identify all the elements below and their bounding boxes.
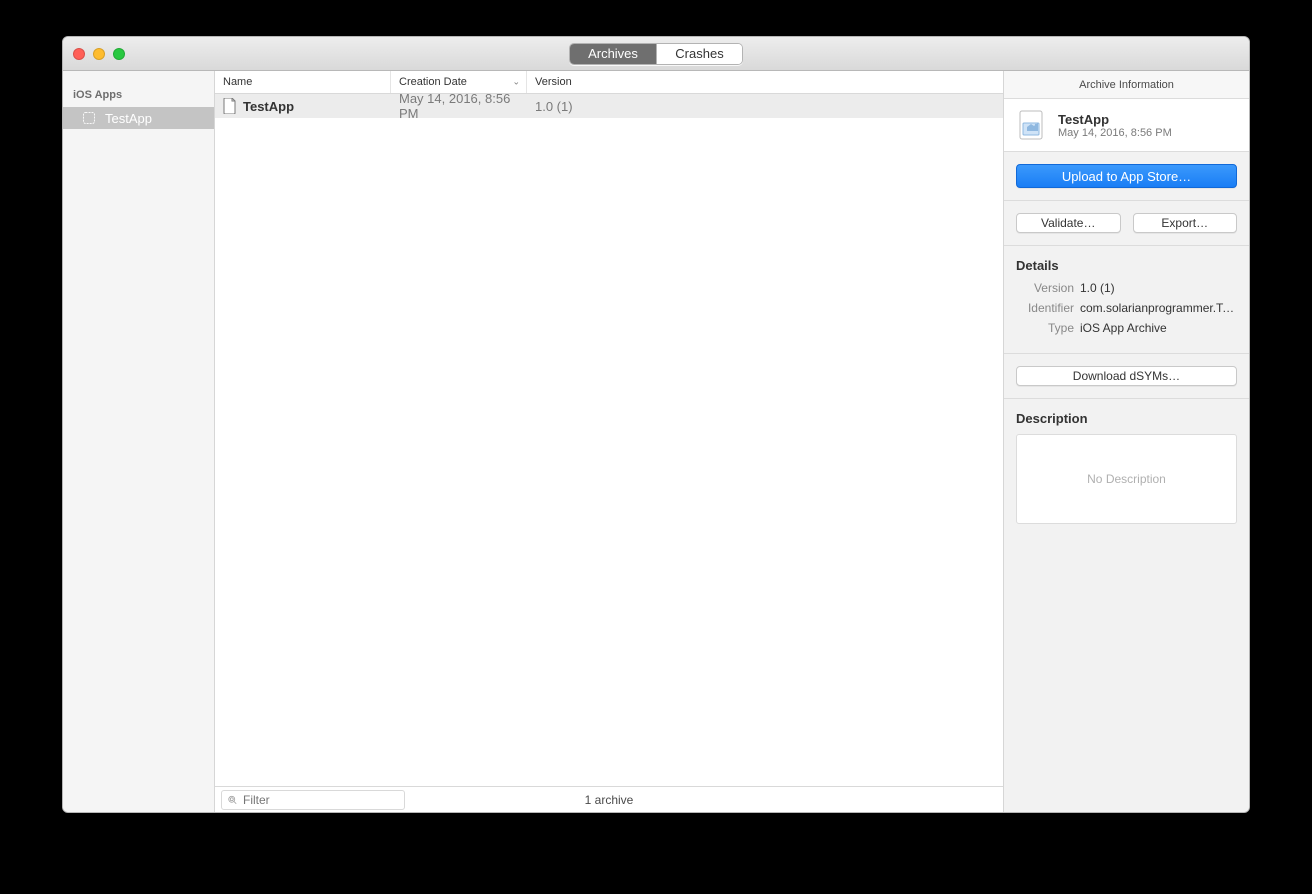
table-row[interactable]: TestApp May 14, 2016, 8:56 PM 1.0 (1) [215, 94, 1003, 118]
close-window-button[interactable] [73, 48, 85, 60]
sort-indicator-icon: ⌄ [512, 77, 520, 88]
organizer-window: Archives Crashes iOS Apps TestApp Name C… [62, 36, 1250, 813]
details-label: Details [1016, 258, 1237, 273]
no-description-text: No Description [1087, 472, 1166, 486]
status-bar: 1 archive [215, 786, 1003, 812]
filter-input[interactable] [243, 793, 398, 807]
archive-rows: TestApp May 14, 2016, 8:56 PM 1.0 (1) [215, 94, 1003, 786]
version-value: 1.0 (1) [1080, 281, 1237, 295]
row-version: 1.0 (1) [527, 99, 1003, 114]
tab-selector: Archives Crashes [569, 43, 743, 65]
inspector-title: Archive Information [1004, 71, 1249, 99]
archive-count: 1 archive [585, 793, 634, 807]
column-header-version[interactable]: Version [527, 71, 1003, 93]
row-name-cell: TestApp [215, 98, 391, 114]
type-key: Type [1016, 321, 1080, 335]
titlebar: Archives Crashes [63, 37, 1249, 71]
export-button[interactable]: Export… [1133, 213, 1238, 233]
filter-field[interactable] [221, 790, 405, 810]
app-icon [81, 110, 97, 126]
description-box[interactable]: No Description [1016, 434, 1237, 524]
column-header-date-label: Creation Date [399, 76, 467, 88]
details-section: Details Version 1.0 (1) Identifier com.s… [1004, 246, 1249, 354]
sidebar-section-header: iOS Apps [63, 85, 214, 107]
minimize-window-button[interactable] [93, 48, 105, 60]
identifier-value: com.solarianprogrammer.Te… [1080, 301, 1237, 315]
zoom-window-button[interactable] [113, 48, 125, 60]
column-headers: Name Creation Date ⌄ Version [215, 71, 1003, 94]
traffic-lights [73, 48, 125, 60]
sidebar-item-label: TestApp [105, 111, 152, 126]
document-icon [223, 98, 237, 114]
archive-app-name: TestApp [1058, 112, 1172, 127]
tab-archives[interactable]: Archives [570, 44, 656, 64]
identifier-key: Identifier [1016, 301, 1080, 315]
window-body: iOS Apps TestApp Name Creation Date ⌄ Ve… [63, 71, 1249, 812]
upload-button[interactable]: Upload to App Store… [1016, 164, 1237, 188]
inspector: Archive Information TestApp May 14, 2016… [1003, 71, 1249, 812]
archive-header: TestApp May 14, 2016, 8:56 PM [1004, 99, 1249, 152]
row-date: May 14, 2016, 8:56 PM [391, 94, 527, 121]
archive-app-date: May 14, 2016, 8:56 PM [1058, 127, 1172, 139]
type-value: iOS App Archive [1080, 321, 1237, 335]
column-header-date[interactable]: Creation Date ⌄ [391, 71, 527, 93]
sidebar-item-testapp[interactable]: TestApp [63, 107, 214, 129]
filter-icon [228, 794, 237, 806]
download-dsyms-button[interactable]: Download dSYMs… [1016, 366, 1237, 386]
sidebar: iOS Apps TestApp [63, 71, 215, 812]
description-label: Description [1016, 411, 1237, 426]
archive-app-icon [1016, 109, 1048, 141]
upload-section: Upload to App Store… [1004, 152, 1249, 201]
validate-button[interactable]: Validate… [1016, 213, 1121, 233]
tab-crashes[interactable]: Crashes [656, 44, 742, 64]
version-key: Version [1016, 281, 1080, 295]
description-section: Description No Description [1004, 399, 1249, 536]
row-name: TestApp [243, 99, 294, 114]
column-header-name[interactable]: Name [215, 71, 391, 93]
dsyms-section: Download dSYMs… [1004, 354, 1249, 399]
archive-list: Name Creation Date ⌄ Version TestApp [215, 71, 1003, 812]
validate-export-section: Validate… Export… [1004, 201, 1249, 246]
